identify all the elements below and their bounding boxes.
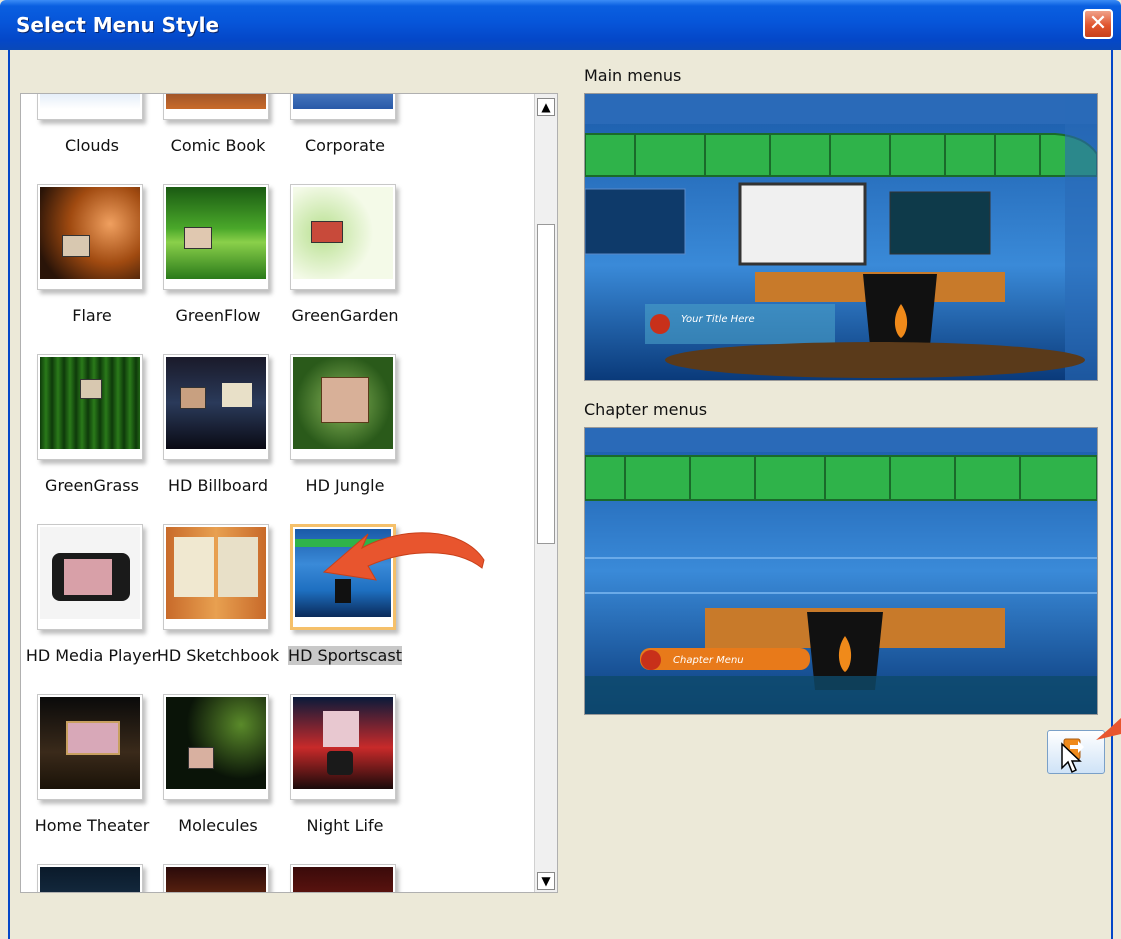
arrow-up-icon: ▲ — [541, 100, 551, 114]
style-thumbnail — [37, 94, 143, 120]
style-thumbnail — [37, 524, 143, 630]
style-thumbnail — [163, 184, 269, 290]
style-label: GreenGrass — [45, 476, 139, 495]
style-label: Molecules — [178, 816, 258, 835]
studio-scene-chapter: Chapter Menu — [585, 428, 1097, 714]
style-label: HD Sketchbook — [156, 646, 280, 665]
style-label: HD Media Player — [25, 646, 159, 665]
style-thumbnail — [163, 864, 269, 892]
chapter-menus-label: Chapter menus — [584, 400, 708, 419]
scrollbar-thumb[interactable] — [537, 224, 555, 544]
style-thumbnail — [163, 94, 269, 120]
style-label: Clouds — [64, 136, 120, 155]
main-menu-title: Your Title Here — [681, 314, 755, 325]
scroll-down-button[interactable]: ▼ — [537, 872, 555, 890]
annotation-arrow-small — [1096, 718, 1121, 740]
gallery-scrollbar[interactable]: ▲ ▼ — [534, 94, 557, 892]
studio-scene-main: Your Title Here — [585, 94, 1097, 380]
style-label: Comic Book — [170, 136, 266, 155]
main-menus-label: Main menus — [584, 66, 682, 85]
style-label: Night Life — [306, 816, 384, 835]
style-thumbnail — [290, 864, 396, 892]
chapter-menu-title: Chapter Menu — [673, 655, 744, 666]
close-icon: ✕ — [1088, 11, 1108, 36]
title-bar: Select Menu Style ✕ — [0, 0, 1121, 50]
style-label: Home Theater — [34, 816, 150, 835]
mouse-pointer-icon — [1061, 742, 1082, 774]
window-title: Select Menu Style — [16, 13, 220, 37]
style-label: HD Sportscast — [288, 646, 402, 665]
annotation-arrow — [322, 532, 485, 581]
style-label: Corporate — [305, 136, 385, 155]
style-label: HD Jungle — [305, 476, 385, 495]
style-label: HD Billboard — [168, 476, 268, 495]
style-thumbnail — [163, 694, 269, 800]
main-menu-preview: Your Title Here — [584, 93, 1098, 381]
style-thumbnail — [290, 694, 396, 800]
style-grid: Clouds Comic Book Corporate Flare GreenF… — [21, 94, 536, 892]
style-thumbnail — [290, 354, 396, 460]
style-thumbnail — [163, 354, 269, 460]
style-label: GreenFlow — [175, 306, 261, 325]
close-button[interactable]: ✕ — [1083, 9, 1113, 39]
style-thumbnail — [37, 864, 143, 892]
style-label: GreenGarden — [291, 306, 399, 325]
arrow-down-icon: ▼ — [541, 874, 551, 888]
style-thumbnail — [290, 94, 396, 120]
style-thumbnail — [37, 354, 143, 460]
chapter-menu-preview: Chapter Menu — [584, 427, 1098, 715]
style-thumbnail — [37, 694, 143, 800]
style-thumbnail — [37, 184, 143, 290]
scroll-up-button[interactable]: ▲ — [537, 98, 555, 116]
menu-style-gallery[interactable]: Clouds Comic Book Corporate Flare GreenF… — [20, 93, 558, 893]
style-thumbnail — [290, 184, 396, 290]
style-thumbnail — [163, 524, 269, 630]
style-label: Flare — [72, 306, 112, 325]
